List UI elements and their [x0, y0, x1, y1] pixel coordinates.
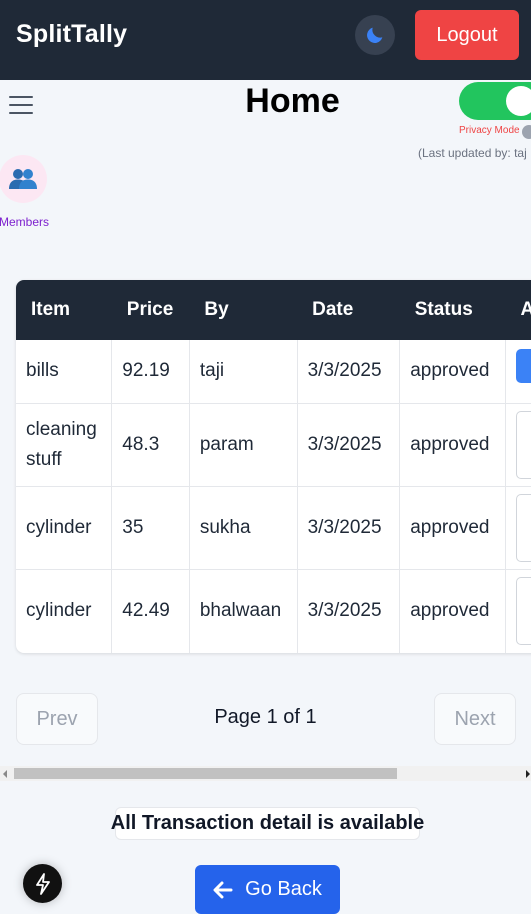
action-button[interactable]: NR [515, 493, 531, 562]
status-cell: approved [399, 403, 506, 487]
action-button[interactable]: NR [515, 577, 531, 645]
action-cell: NR [505, 486, 531, 570]
price-cell: 35 [111, 486, 190, 570]
arrow-left-icon [213, 881, 233, 898]
scroll-left-arrow[interactable] [3, 770, 7, 778]
item-cell: bills [16, 340, 113, 404]
date-cell: 3/3/2025 [297, 569, 401, 653]
brand-logo[interactable]: SplitTally [16, 20, 127, 49]
status-cell: approved [399, 569, 506, 653]
table-row: cylinder 42.49 bhalwaan 3/3/2025 approve… [16, 569, 531, 653]
scroll-right-arrow[interactable] [526, 770, 530, 778]
column-header: A [520, 299, 531, 320]
table-row: cleaning stuff 48.3 param 3/3/2025 approv… [16, 403, 531, 487]
price-cell: 42.49 [111, 569, 190, 653]
quick-action-button[interactable] [23, 864, 62, 903]
scrollbar-thumb[interactable] [14, 768, 397, 779]
members-label: Members [0, 215, 50, 229]
status-cell: approved [399, 486, 506, 570]
item-cell: cleaning stuff [16, 403, 113, 487]
horizontal-scrollbar[interactable] [0, 766, 531, 781]
by-cell: param [189, 403, 298, 487]
page-title: Home [245, 82, 340, 120]
action-button[interactable] [515, 349, 531, 384]
column-header: Status [414, 299, 473, 320]
by-cell: sukha [189, 486, 298, 570]
item-cell: cylinder [16, 569, 113, 653]
column-header: Price [126, 299, 174, 320]
members-button[interactable]: Members [0, 155, 49, 229]
go-back-label: Go Back [245, 878, 322, 900]
column-header: Item [31, 299, 71, 320]
theme-toggle-button[interactable] [355, 15, 395, 55]
moon-icon [367, 27, 383, 43]
action-cell: NR [505, 403, 531, 487]
action-cell [505, 340, 531, 404]
date-cell: 3/3/2025 [297, 403, 401, 487]
privacy-mode-label: Privacy Mode [459, 125, 520, 136]
action-button[interactable]: NR [515, 410, 531, 479]
table-row: cylinder 35 sukha 3/3/2025 approved NR [16, 486, 531, 570]
next-button[interactable]: Next [434, 693, 516, 745]
table-header-row: Item Price By Date Status A [16, 280, 531, 340]
lightning-bolt-icon [35, 872, 50, 895]
last-updated-text: (Last updated by: taj [418, 146, 527, 160]
status-cell: approved [399, 340, 506, 404]
toggle-knob [506, 86, 531, 116]
item-cell: cylinder [16, 486, 113, 570]
table-row: bills 92.19 taji 3/3/2025 approved [16, 340, 531, 404]
transactions-table: Item Price By Date Status A bills 92.19 … [16, 280, 531, 653]
go-back-button[interactable]: Go Back [195, 865, 340, 914]
price-cell: 48.3 [111, 403, 190, 487]
date-cell: 3/3/2025 [297, 340, 401, 404]
navbar: SplitTally Logout [0, 0, 531, 80]
action-cell: NR [505, 569, 531, 653]
transaction-notice: All Transaction detail is available [111, 807, 424, 840]
members-circle [0, 155, 47, 203]
privacy-mode-toggle[interactable] [459, 82, 531, 120]
logout-button[interactable]: Logout [415, 10, 519, 60]
privacy-indicator [522, 125, 531, 139]
people-icon [9, 169, 37, 189]
by-cell: bhalwaan [189, 569, 298, 653]
column-header: Date [312, 299, 354, 320]
price-cell: 92.19 [111, 340, 190, 404]
date-cell: 3/3/2025 [297, 486, 401, 570]
by-cell: taji [189, 340, 298, 404]
column-header: By [204, 299, 229, 320]
